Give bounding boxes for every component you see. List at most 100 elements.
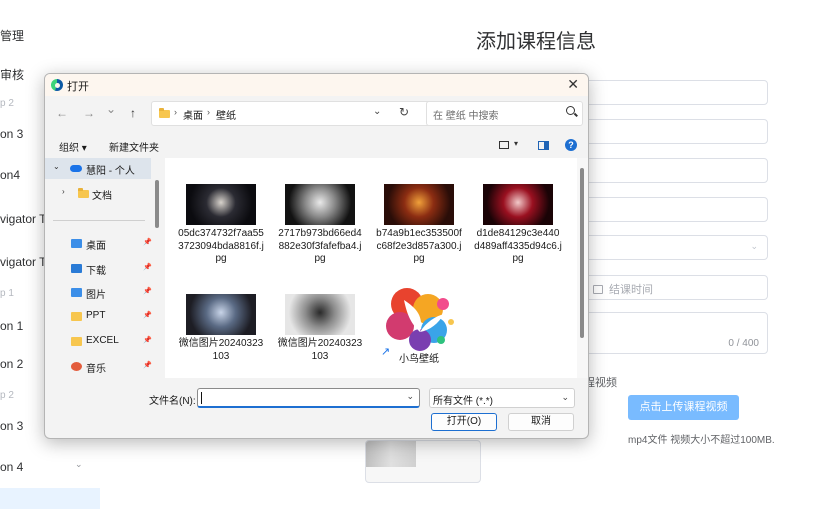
edge-icon xyxy=(51,79,63,91)
nav-item-quick-access[interactable]: EXCEL 📌 xyxy=(45,331,152,352)
nav-item-quick-access[interactable]: 图片 📌 xyxy=(45,282,152,303)
view-options-icon[interactable] xyxy=(499,141,509,149)
search-placeholder: 在 壁纸 中搜索 xyxy=(433,111,499,122)
sidebar-item[interactable]: on 3 xyxy=(0,419,23,433)
breadcrumb-separator: › xyxy=(174,107,177,117)
form-input-2[interactable] xyxy=(582,119,768,144)
sidebar-active-item[interactable] xyxy=(0,488,100,509)
description-textarea[interactable]: 0 / 400 xyxy=(582,312,768,354)
image-thumbnail xyxy=(483,184,553,225)
chevron-down-icon: ⌄ xyxy=(561,392,569,402)
back-icon[interactable]: ← xyxy=(56,106,68,120)
sidebar-item[interactable]: on 1 xyxy=(0,319,23,333)
file-list-scrollbar[interactable] xyxy=(577,158,588,378)
folder-icon xyxy=(71,312,82,321)
file-item[interactable]: ↗ 小鸟壁纸 xyxy=(375,288,463,374)
page-title: 添加课程信息 xyxy=(476,31,596,53)
chevron-down-icon[interactable]: ⌄ xyxy=(373,106,381,117)
file-item[interactable]: b74a9b1ec353500fc68f2e3d857a300.jpg xyxy=(375,184,463,264)
sidebar-item[interactable]: on 2 xyxy=(0,357,23,371)
form-input-4[interactable] xyxy=(582,197,768,222)
nav-item-onedrive[interactable]: ⌄ 慧阳 - 个人 xyxy=(45,158,151,179)
help-icon[interactable]: ? xyxy=(565,139,577,151)
organize-menu[interactable]: 组织 ▾ xyxy=(59,139,87,154)
nav-label: EXCEL xyxy=(86,335,119,346)
file-item[interactable]: 微信图片20240323103 xyxy=(276,294,364,374)
nav-label: 下载 xyxy=(86,266,106,277)
image-thumbnail xyxy=(384,184,454,225)
nav-item-quick-access[interactable]: PPT 📌 xyxy=(45,306,152,327)
pin-icon: 📌 xyxy=(143,312,152,319)
nav-label: 图片 xyxy=(86,290,106,301)
music-icon xyxy=(71,362,82,371)
address-bar[interactable]: › 桌面 › 壁纸 ⌄ ↻ xyxy=(151,101,466,126)
sidebar-item[interactable]: vigator T xyxy=(0,212,46,226)
filetype-select[interactable]: 所有文件 (*.*) ⌄ xyxy=(429,388,575,408)
file-item[interactable]: d1de84129c3e440d489aff4335d94c6.jpg xyxy=(474,184,562,264)
sidebar-item[interactable]: on 3 xyxy=(0,127,23,141)
dialog-titlebar[interactable]: 打开 ✕ xyxy=(45,74,588,96)
refresh-icon[interactable]: ↻ xyxy=(399,105,409,119)
end-date-picker[interactable]: 结课时间 xyxy=(582,275,768,300)
form-input-3[interactable] xyxy=(582,158,768,183)
chevron-right-icon[interactable]: › xyxy=(62,187,65,196)
sidebar-item[interactable]: on 4 xyxy=(0,460,23,474)
scrollbar-thumb[interactable] xyxy=(580,168,584,338)
sidebar-item[interactable]: vigator T xyxy=(0,255,46,269)
new-folder-button[interactable]: 新建文件夹 xyxy=(109,139,159,154)
pin-icon: 📌 xyxy=(143,337,152,344)
filename-input[interactable]: ⌄ xyxy=(197,388,420,408)
upload-tip: mp4文件 视频大小不超过100MB. xyxy=(628,435,775,446)
nav-label: 桌面 xyxy=(86,241,106,252)
search-icon xyxy=(566,106,575,115)
chevron-down-icon[interactable]: ⌄ xyxy=(53,162,60,171)
file-item[interactable]: 微信图片20240323103 xyxy=(177,294,265,374)
form-select[interactable]: ⌄ xyxy=(582,235,768,260)
nav-label: 音乐 xyxy=(86,364,106,375)
file-item[interactable]: 05dc374732f7aa553723094bda8816f.jpg xyxy=(177,184,265,264)
file-name: 微信图片20240323103 xyxy=(178,338,264,362)
nav-label: PPT xyxy=(86,310,106,321)
sidebar-item[interactable]: on4 xyxy=(0,168,20,182)
nav-scrollbar[interactable] xyxy=(155,180,159,228)
preview-pane-icon[interactable] xyxy=(538,141,549,150)
forward-icon[interactable]: → xyxy=(83,106,95,120)
nav-label: 慧阳 - 个人 xyxy=(86,166,135,177)
nav-item-documents[interactable]: › 文档 xyxy=(45,183,151,204)
chevron-down-icon: ⌄ xyxy=(750,241,758,251)
breadcrumb-desktop[interactable]: 桌面 xyxy=(183,107,203,122)
breadcrumb-wallpaper[interactable]: 壁纸 xyxy=(216,107,236,122)
pin-icon: 📌 xyxy=(143,288,152,295)
file-name: d1de84129c3e440d489aff4335d94c6.jpg xyxy=(474,228,562,264)
filename-label: 文件名(N): xyxy=(149,396,196,407)
upload-video-button[interactable]: 点击上传课程视频 xyxy=(628,395,739,420)
up-icon[interactable]: ↑ xyxy=(130,106,136,120)
pin-icon: 📌 xyxy=(143,239,152,246)
recent-locations-icon[interactable]: ⌄ xyxy=(106,102,116,116)
end-date-placeholder: 结课时间 xyxy=(609,284,653,296)
file-name: b74a9b1ec353500fc68f2e3d857a300.jpg xyxy=(376,228,462,264)
cancel-button[interactable]: 取消 xyxy=(508,413,574,431)
file-item[interactable]: 2717b973bd66ed4882e30f3fafefba4.jpg xyxy=(276,184,364,264)
chevron-down-icon[interactable]: ⌄ xyxy=(406,391,414,402)
dialog-title: 打开 xyxy=(67,81,89,93)
chevron-down-icon[interactable]: ▾ xyxy=(514,139,518,148)
nav-item-quick-access[interactable]: 下载 📌 xyxy=(45,258,152,279)
nav-label: 文档 xyxy=(92,191,112,202)
filetype-value: 所有文件 (*.*) xyxy=(433,396,493,407)
search-input[interactable]: 在 壁纸 中搜索 xyxy=(426,101,583,126)
cover-preview xyxy=(365,440,481,483)
sidebar-item: p 1 xyxy=(0,288,14,299)
file-name: 2717b973bd66ed4882e30f3fafefba4.jpg xyxy=(278,228,362,264)
pin-icon: 📌 xyxy=(143,264,152,271)
chevron-down-icon[interactable]: ⌄ xyxy=(75,459,83,470)
close-icon[interactable]: ✕ xyxy=(567,76,579,93)
open-button[interactable]: 打开(O) xyxy=(431,413,497,431)
nav-item-quick-access[interactable]: 桌面 📌 xyxy=(45,233,152,254)
sidebar-item[interactable]: 管理 xyxy=(0,27,24,44)
form-input-1[interactable] xyxy=(582,80,768,105)
nav-item-quick-access[interactable]: 音乐 📌 xyxy=(45,356,152,377)
cover-thumbnail xyxy=(366,441,416,467)
sidebar-item[interactable]: 审核 xyxy=(0,66,24,83)
divider xyxy=(53,220,145,221)
